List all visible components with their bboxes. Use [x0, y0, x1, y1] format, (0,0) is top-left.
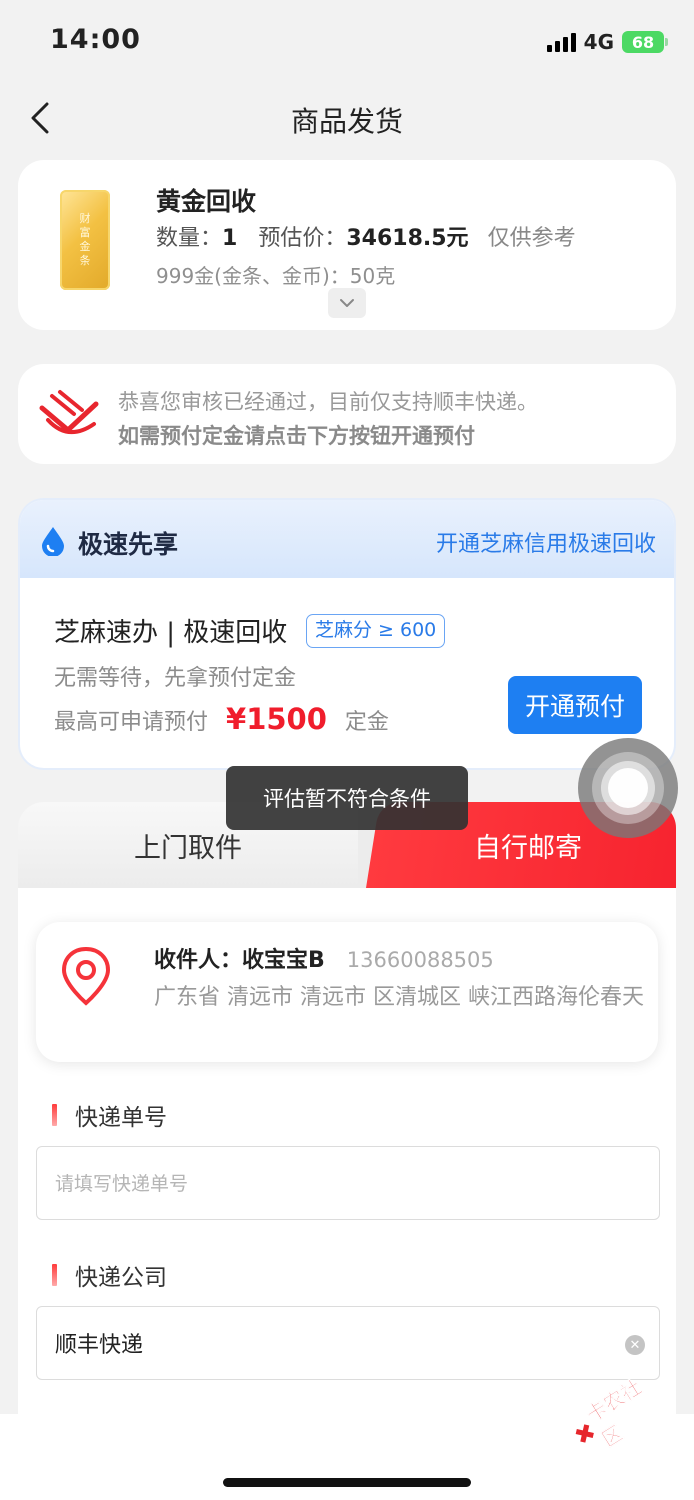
company-input[interactable] [55, 1330, 595, 1356]
product-card: 财 富 金 条 黄金回收 数量：1 预估价：34618.5元 仅供参考 999金… [18, 160, 676, 330]
chevron-down-icon [340, 299, 354, 307]
status-bar: 14:00 4G 68 [0, 0, 694, 82]
tracking-label: 快递单号 [52, 1098, 167, 1132]
speed-title: 极速先享 [78, 530, 179, 559]
max-prepay-line: 最高可申请预付 ¥1500 定金 [54, 702, 389, 736]
battery-level: 68 [631, 32, 655, 52]
recipient: 收件人：收宝宝B 13660088505 [154, 948, 494, 973]
location-pin-icon [61, 946, 111, 1006]
zhima-title: 芝麻速办 | 极速回收 [54, 618, 288, 648]
notice-card: 恭喜您审核已经通过，目前仅支持顺丰快递。 如需预付定金请点击下方按钮开通预付 [18, 364, 676, 464]
product-quantity: 1 [222, 226, 238, 251]
speed-header: 极速先享 开通芝麻信用极速回收 [20, 500, 674, 578]
zhima-score-badge: 芝麻分 ≥ 600 [306, 614, 446, 648]
shipping-card: 上门取件 自行邮寄 收件人：收宝宝B 13660088505 广东省 清远市 清远… [18, 802, 676, 1422]
home-indicator[interactable] [223, 1478, 471, 1487]
product-meta: 数量：1 预估价：34618.5元 仅供参考 [156, 226, 576, 251]
product-spec: 999金(金条、金币)：50克 [156, 264, 396, 288]
max-prepay-amount: ¥1500 [226, 702, 327, 736]
speed-card: 极速先享 开通芝麻信用极速回收 芝麻速办 | 极速回收 芝麻分 ≥ 600 无需… [18, 498, 676, 770]
zhima-link[interactable]: 开通芝麻信用极速回收 [436, 526, 656, 558]
water-drop-icon [42, 527, 64, 556]
sf-express-icon [39, 390, 99, 434]
price-note: 仅供参考 [487, 226, 576, 251]
toast-message: 评估暂不符合条件 [226, 766, 468, 830]
company-label: 快递公司 [52, 1258, 167, 1292]
battery-icon: 68 [622, 31, 668, 53]
signal-icon [546, 32, 576, 52]
company-field[interactable]: ✕ [36, 1306, 660, 1380]
tracking-input[interactable] [55, 1171, 595, 1195]
address-card[interactable]: 收件人：收宝宝B 13660088505 广东省 清远市 清远市 区清城区 峡江西… [36, 922, 658, 1062]
tracking-field[interactable] [36, 1146, 660, 1220]
recipient-phone: 13660088505 [346, 948, 494, 972]
status-icons: 4G 68 [546, 30, 668, 54]
recipient-address: 广东省 清远市 清远市 区清城区 峡江西路海伦春天 [154, 985, 644, 1010]
page-title: 商品发货 [290, 105, 403, 138]
network-label: 4G [583, 30, 614, 54]
nav-bar: 商品发货 [0, 82, 694, 154]
product-title: 黄金回收 [156, 187, 257, 216]
notice-subtext: 如需预付定金请点击下方按钮开通预付 [118, 424, 475, 448]
open-prepay-button[interactable]: 开通预付 [508, 676, 642, 734]
product-price: 34618.5元 [346, 226, 469, 251]
notice-text: 恭喜您审核已经通过，目前仅支持顺丰快递。 [118, 390, 538, 414]
status-time: 14:00 [50, 24, 141, 55]
gold-bar-image: 财 富 金 条 [60, 190, 110, 290]
zhima-subtitle: 无需等待，先拿预付定金 [54, 666, 297, 691]
expand-button[interactable] [328, 288, 366, 318]
clear-icon[interactable]: ✕ [625, 1335, 645, 1355]
recipient-name: 收宝宝B [242, 948, 325, 973]
assistive-touch-button[interactable] [578, 738, 678, 838]
